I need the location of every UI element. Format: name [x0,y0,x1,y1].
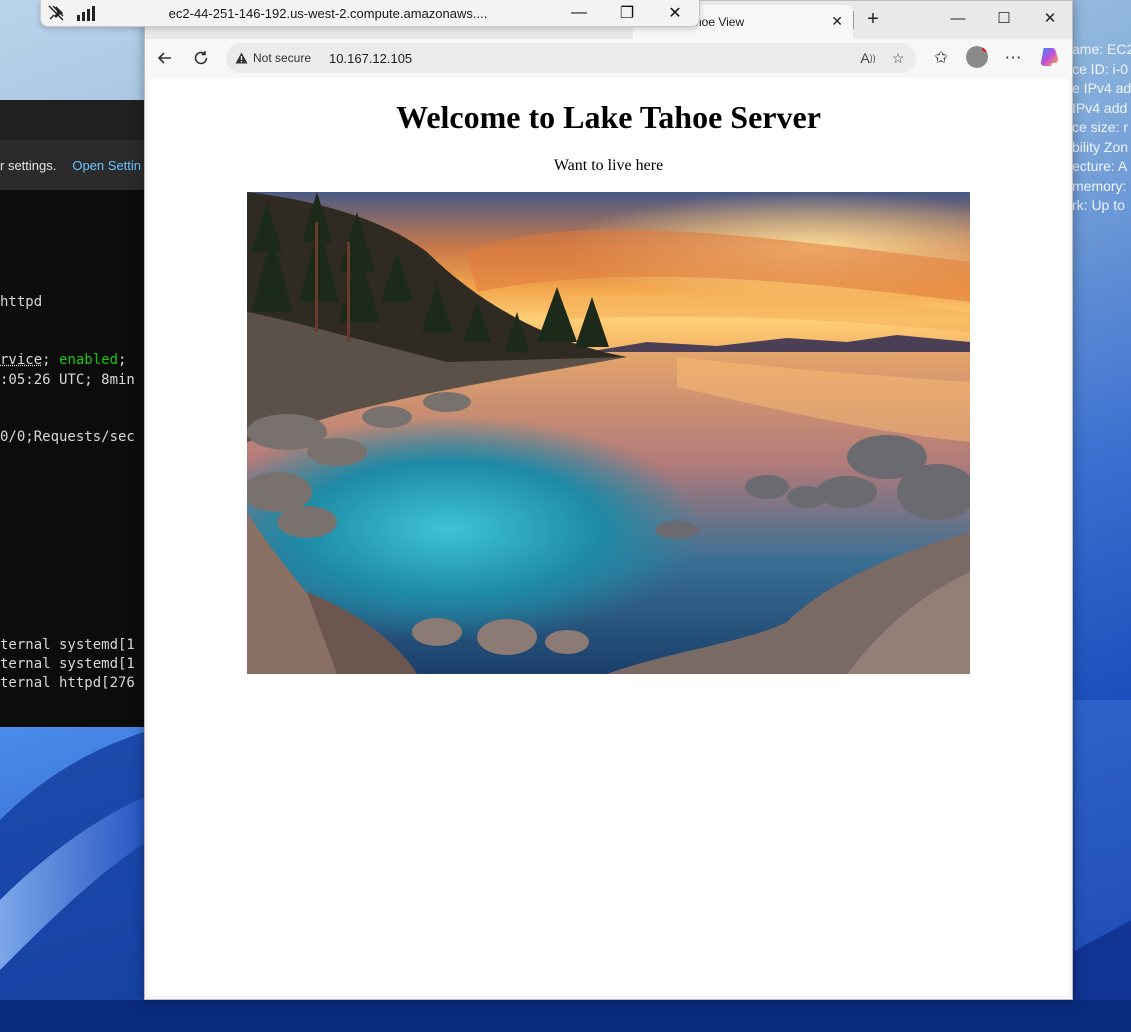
refresh-icon [194,51,208,65]
terminal-notification-bar: r settings. Open Settin [0,140,150,190]
new-tab-button[interactable]: + [861,7,885,31]
remote-desktop-bar: ec2-44-251-146-192.us-west-2.compute.ama… [40,0,700,27]
tab-separator [853,11,854,29]
refresh-button[interactable] [187,45,215,71]
address-bar[interactable]: Not secure 10.167.12.105 A)) ☆ [226,43,916,73]
remote-host-name: ec2-44-251-146-192.us-west-2.compute.ama… [168,5,488,21]
favorites-list-icon[interactable]: ✩ [927,45,955,71]
rdp-minimize-button[interactable]: — [555,0,603,27]
ec2-info-line: e IPv4 add [1072,80,1131,96]
back-button[interactable] [151,45,179,71]
arrow-left-icon [157,52,171,64]
browser-toolbar: Not secure 10.167.12.105 A)) ☆ ✩ ⋯ [145,39,1072,77]
star-icon[interactable]: ☆ [886,46,910,70]
open-settings-link[interactable]: Open Settin [72,158,141,173]
terminal-line: ternal httpd[276 [0,675,135,691]
ec2-info-line: ce ID: i-0 [1072,60,1129,77]
page-heading: Welcome to Lake Tahoe Server [396,99,821,135]
pin-off-icon[interactable] [41,0,71,27]
terminal-line: ternal systemd[1 [0,656,135,672]
more-dots-icon[interactable]: ⋯ [999,45,1027,71]
minimize-button[interactable]: — [935,1,981,35]
read-aloud-icon[interactable]: A)) [856,46,880,70]
terminal-banner-text: r settings. [0,157,57,173]
browser-window: hoe View ✕ + — ☐ ✕ Not secure 10.167.12.… [144,0,1073,1000]
terminal-window: r settings. Open Settin httpd rvice; ena… [0,100,150,727]
ec2-info-line: ce size: r [1072,119,1129,135]
ec2-info-line: memory: [1072,177,1127,194]
page-viewport: Welcome to Lake Tahoe Server Want to liv… [148,78,1069,996]
page-subtitle: Want to live here [553,157,664,174]
ec2-info-line: ecture: A [1072,158,1128,174]
tab-title: hoe View [695,15,745,29]
signal-bars-icon[interactable] [71,0,101,27]
profile-avatar-icon[interactable] [966,46,988,68]
warning-triangle-icon [235,52,248,64]
ec2-info-line: IPv4 add [1072,99,1128,116]
ec2-info-line: ame: EC2 [1072,41,1131,57]
security-status[interactable]: Not secure [253,51,311,65]
terminal-line: httpd [0,294,43,310]
terminal-line: 0/0;Requests/sec [0,429,135,445]
maximize-button[interactable]: ☐ [981,1,1027,35]
terminal-line: rvice; enabled; [0,352,127,368]
terminal-line: :05:26 UTC; 8min [0,372,135,388]
terminal-line: ternal systemd[1 [0,637,135,653]
ec2-instance-info: ame: EC2 ce ID: i-0 e IPv4 add IPv4 add … [1072,40,1131,220]
url-text[interactable]: 10.167.12.105 [329,51,412,66]
rdp-close-button[interactable]: ✕ [651,0,699,27]
copilot-icon[interactable] [1038,45,1062,69]
rdp-restore-button[interactable]: ❐ [603,0,651,27]
lake-tahoe-photo [247,192,970,674]
ec2-info-line: rk: Up to [1072,197,1125,213]
close-tab-icon[interactable]: ✕ [831,13,843,30]
close-window-button[interactable]: ✕ [1027,1,1073,35]
ec2-info-line: bility Zon [1072,138,1129,155]
terminal-titlebar [0,100,150,140]
